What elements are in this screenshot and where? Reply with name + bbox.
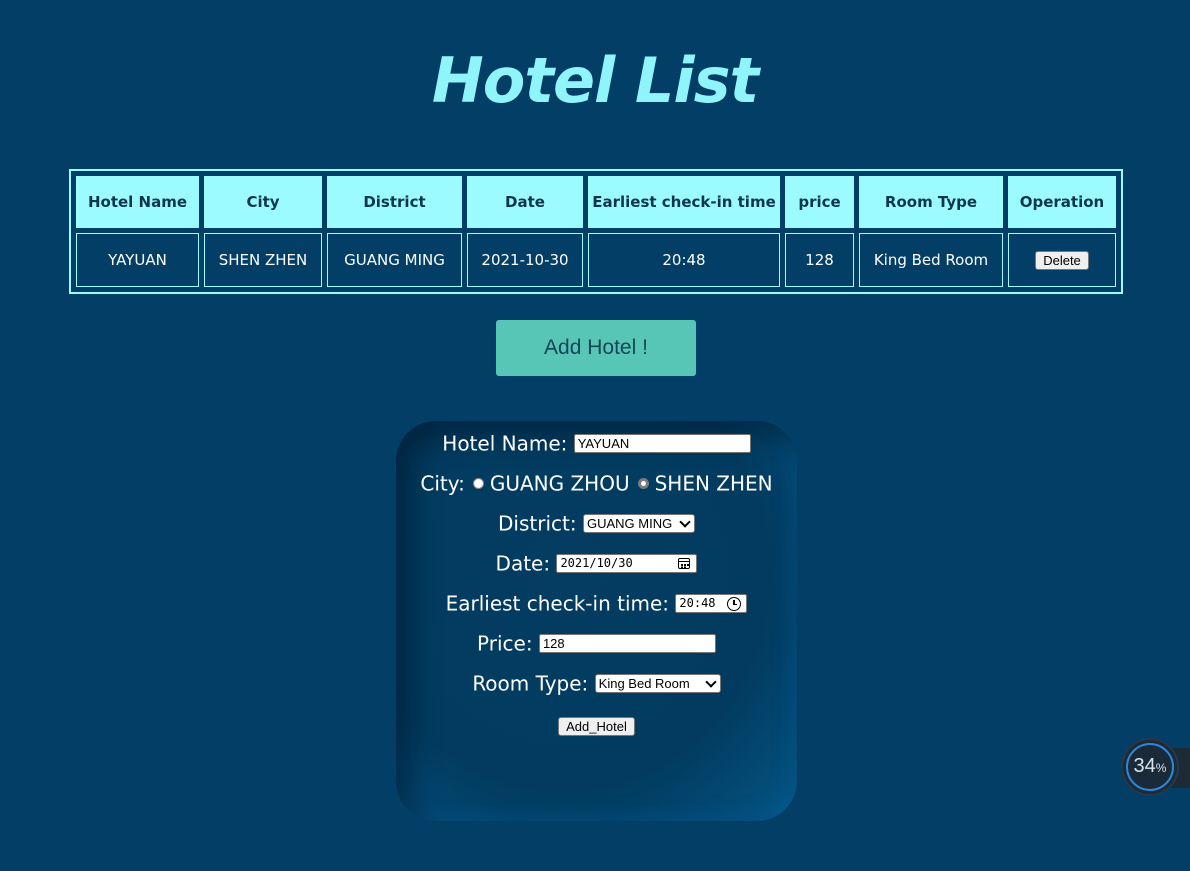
cell-date: 2021-10-30 (467, 233, 583, 287)
delete-button[interactable]: Delete (1035, 250, 1089, 270)
hotel-table: Hotel Name City District Date Earliest c… (69, 169, 1123, 294)
date-input[interactable]: 2021/10/30 (556, 554, 698, 573)
checkin-time-value: 20:48 (679, 596, 716, 610)
cell-checkin-time: 20:48 (588, 233, 780, 287)
page-title: Hotel List (431, 44, 759, 117)
progress-percentage: 34% (1123, 754, 1177, 780)
checkin-label: Earliest check-in time: (445, 591, 670, 616)
column-header-checkin-time: Earliest check-in time (588, 176, 780, 228)
cell-operation: Delete (1008, 233, 1116, 287)
cell-city: SHEN ZHEN (204, 233, 322, 287)
cell-room-type: King Bed Room (859, 233, 1003, 287)
table-header-row: Hotel Name City District Date Earliest c… (76, 176, 1116, 228)
form-row-checkin: Earliest check-in time: 20:48 (396, 590, 797, 616)
room-type-selected-value: King Bed Room (598, 676, 690, 691)
add-hotel-submit-button[interactable]: Add_Hotel (558, 717, 635, 736)
column-header-price: price (785, 176, 854, 228)
city-label: City: (420, 471, 465, 496)
cell-price: 128 (785, 233, 854, 287)
date-label: Date: (495, 551, 551, 576)
add-hotel-toggle-button[interactable]: Add Hotel ! (496, 320, 696, 376)
add-hotel-form: Hotel Name: YAYUAN City: GUANG ZHOU SHEN Z… (396, 421, 797, 821)
chevron-down-icon (705, 675, 717, 688)
district-selected-value: GUANG MING (586, 516, 673, 531)
city-radio-guang-zhou[interactable] (472, 478, 484, 489)
city-radio-shen-zhen[interactable] (637, 478, 649, 489)
hotel-name-label: Hotel Name: (442, 431, 568, 456)
form-row-district: District: GUANG MING (396, 510, 797, 536)
column-header-hotel-name: Hotel Name (76, 176, 199, 228)
form-row-price: Price: 128 (396, 630, 797, 656)
city-option-label-guang-zhou: GUANG ZHOU (489, 471, 630, 496)
form-row-room-type: Room Type: King Bed Room (396, 670, 797, 696)
city-option-label-shen-zhen: SHEN ZHEN (654, 471, 773, 496)
form-row-city: City: GUANG ZHOU SHEN ZHEN (396, 470, 797, 496)
form-row-hotel-name: Hotel Name: YAYUAN (396, 430, 797, 456)
date-value: 2021/10/30 (560, 556, 633, 570)
form-row-submit: Add_Hotel (396, 712, 797, 736)
room-type-label: Room Type: (472, 671, 589, 696)
hotel-name-input[interactable]: YAYUAN (573, 434, 751, 453)
chevron-down-icon (679, 515, 691, 528)
column-header-city: City (204, 176, 322, 228)
progress-value: 34 (1133, 755, 1156, 777)
progress-unit: % (1155, 761, 1167, 775)
progress-widget[interactable]: 34% (1123, 740, 1190, 794)
room-type-select[interactable]: King Bed Room (594, 674, 721, 693)
clock-icon[interactable] (727, 596, 742, 611)
cell-hotel-name: YAYUAN (76, 233, 199, 287)
price-label: Price: (477, 631, 533, 656)
calendar-icon[interactable] (678, 558, 691, 569)
district-label: District: (498, 511, 577, 536)
price-input[interactable]: 128 (538, 634, 716, 653)
table-row: YAYUAN SHEN ZHEN GUANG MING 2021-10-30 2… (76, 233, 1116, 287)
column-header-date: Date (467, 176, 583, 228)
checkin-time-input[interactable]: 20:48 (675, 594, 748, 613)
form-row-date: Date: 2021/10/30 (396, 550, 797, 576)
cell-district: GUANG MING (327, 233, 462, 287)
column-header-room-type: Room Type (859, 176, 1003, 228)
column-header-district: District (327, 176, 462, 228)
column-header-operation: Operation (1008, 176, 1116, 228)
district-select[interactable]: GUANG MING (582, 514, 695, 533)
